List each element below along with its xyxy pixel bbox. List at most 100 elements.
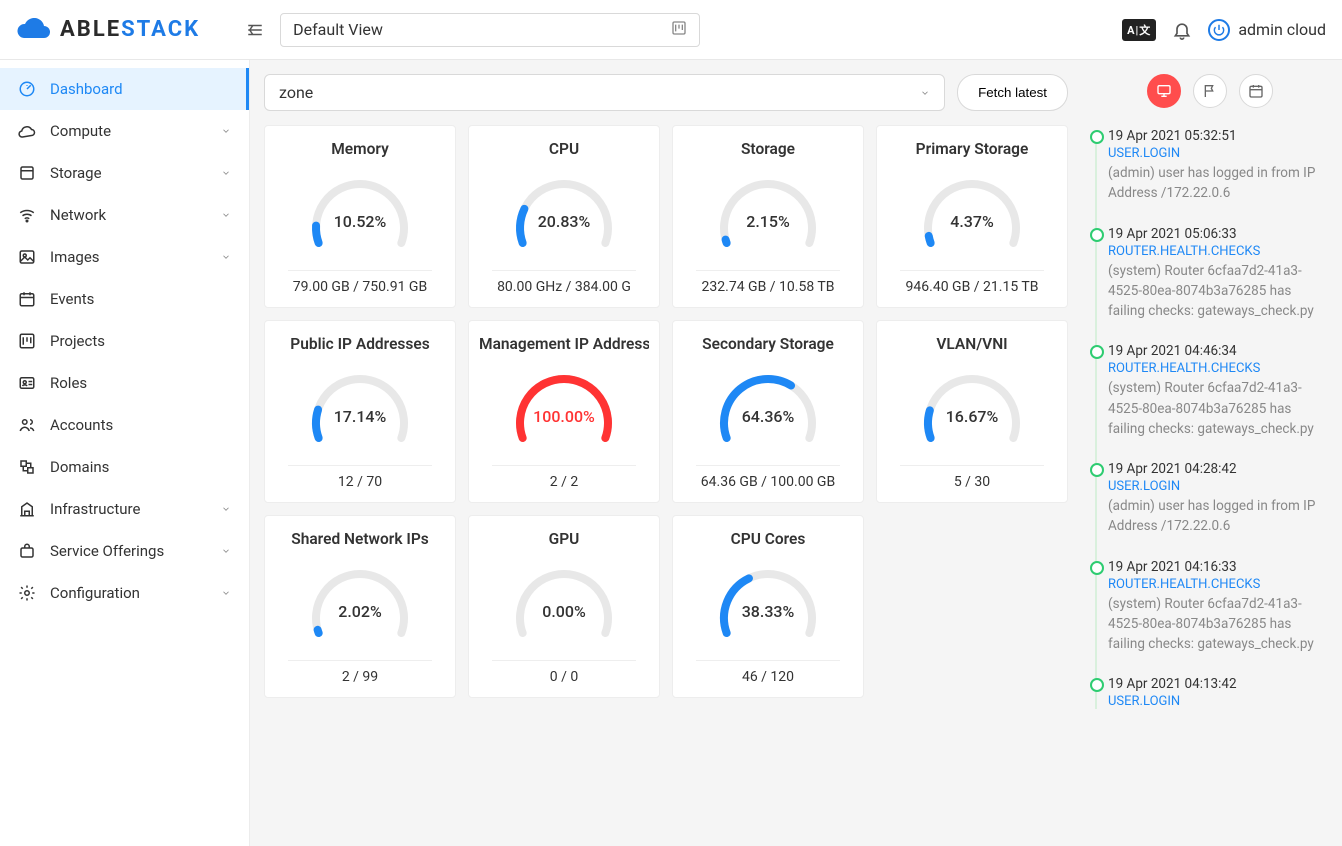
stat-card[interactable]: Secondary Storage64.36%64.36 GB / 100.00… [672,320,864,503]
gauge-percent: 64.36% [708,407,828,426]
sidebar-item-label: Events [50,290,231,308]
sidebar-item-service-offerings[interactable]: Service Offerings [0,530,249,572]
logo[interactable]: ABLESTACK [16,17,200,42]
zone-select-label: zone [279,83,313,102]
gauge: 17.14% [300,363,420,453]
project-icon [18,332,36,350]
main-content: zone Fetch latest Memory10.52%79.00 GB /… [250,60,1082,846]
sidebar-item-label: Domains [50,458,231,476]
header: ABLESTACK Default View A|文 admin cloud [0,0,1342,60]
gauge-percent: 100.00% [504,407,624,426]
gauge-percent: 10.52% [300,212,420,231]
user-name: admin cloud [1238,20,1326,39]
timeline-timestamp: 19 Apr 2021 05:06:33 [1108,226,1330,242]
card-title: CPU Cores [683,530,853,548]
gauge-percent: 38.33% [708,602,828,621]
card-title: Shared Network IPs [275,530,445,548]
sidebar-item-label: Images [50,248,207,266]
fetch-latest-button[interactable]: Fetch latest [957,74,1068,111]
sidebar-item-projects[interactable]: Projects [0,320,249,362]
events-tab-monitor[interactable] [1147,74,1181,108]
domain-icon [18,458,36,476]
timeline-timestamp: 19 Apr 2021 05:32:51 [1108,128,1330,144]
idcard-icon [18,374,36,392]
sidebar-item-events[interactable]: Events [0,278,249,320]
sidebar-item-label: Roles [50,374,231,392]
sidebar-item-images[interactable]: Images [0,236,249,278]
stat-card[interactable]: Memory10.52%79.00 GB / 750.91 GB [264,125,456,308]
card-title: Storage [683,140,853,158]
gauge: 2.15% [708,168,828,258]
timeline-item[interactable]: 19 Apr 2021 04:13:42USER.LOGIN [1108,676,1330,709]
timeline-timestamp: 19 Apr 2021 04:28:42 [1108,461,1330,477]
stat-card[interactable]: Public IP Addresses17.14%12 / 70 [264,320,456,503]
sidebar-item-label: Configuration [50,584,207,602]
timeline-item[interactable]: 19 Apr 2021 05:06:33 ROUTER.HEALTH.CHECKS… [1108,226,1330,322]
gauge-percent: 2.15% [708,212,828,231]
timeline-description: (admin) user has logged in from IP Addre… [1108,163,1330,204]
bag-icon [18,542,36,560]
view-select[interactable]: Default View [280,13,700,47]
sidebar-item-label: Compute [50,122,207,140]
user-menu[interactable]: admin cloud [1208,19,1326,41]
sidebar-item-label: Service Offerings [50,542,207,560]
card-title: Memory [275,140,445,158]
sidebar-item-storage[interactable]: Storage [0,152,249,194]
stat-card[interactable]: Primary Storage4.37%946.40 GB / 21.15 TB [876,125,1068,308]
gauge-percent: 20.83% [504,212,624,231]
gauge: 20.83% [504,168,624,258]
bell-icon[interactable] [1172,20,1192,40]
chevron-down-icon [221,126,231,136]
timeline-event-type: USER.LOGIN [1108,146,1330,161]
gauge: 0.00% [504,558,624,648]
stat-card[interactable]: Storage2.15%232.74 GB / 10.58 TB [672,125,864,308]
events-tab-flag[interactable] [1193,74,1227,108]
stat-card[interactable]: GPU0.00%0 / 0 [468,515,660,698]
card-title: CPU [479,140,649,158]
sidebar-item-dashboard[interactable]: Dashboard [0,68,249,110]
gauge: 100.00% [504,363,624,453]
stat-card[interactable]: VLAN/VNI16.67%5 / 30 [876,320,1068,503]
view-select-label: Default View [293,20,383,39]
timeline-item[interactable]: 19 Apr 2021 05:32:51 USER.LOGIN (admin) us… [1108,128,1330,204]
gauge: 10.52% [300,168,420,258]
chevron-down-icon [221,168,231,178]
cards-grid: Memory10.52%79.00 GB / 750.91 GBCPU20.83… [264,125,1068,698]
stat-card[interactable]: CPU20.83%80.00 GHz / 384.00 G [468,125,660,308]
sidebar-item-infrastructure[interactable]: Infrastructure [0,488,249,530]
sidebar: Dashboard Compute Storage Network Images Even… [0,60,250,846]
cloud-icon [16,18,52,42]
gauge-percent: 16.67% [912,407,1032,426]
chevron-down-icon [221,210,231,220]
user-icon [18,416,36,434]
zone-select[interactable]: zone [264,74,945,111]
sidebar-item-roles[interactable]: Roles [0,362,249,404]
sidebar-item-label: Network [50,206,207,224]
timeline-item[interactable]: 19 Apr 2021 04:16:33ROUTER.HEALTH.CHECKS… [1108,559,1330,655]
sidebar-item-compute[interactable]: Compute [0,110,249,152]
card-title: Public IP Addresses [275,335,445,353]
dashboard-icon [18,80,36,98]
language-badge[interactable]: A|文 [1122,19,1156,41]
sidebar-item-label: Accounts [50,416,231,434]
timeline-item[interactable]: 19 Apr 2021 04:46:34ROUTER.HEALTH.CHECKS… [1108,343,1330,439]
sidebar-item-network[interactable]: Network [0,194,249,236]
sidebar-item-label: Infrastructure [50,500,207,518]
timeline-timestamp: 19 Apr 2021 04:16:33 [1108,559,1330,575]
card-title: GPU [479,530,649,548]
timeline-event-type: ROUTER.HEALTH.CHECKS [1108,244,1330,259]
timeline-item[interactable]: 19 Apr 2021 04:28:42USER.LOGIN(admin) us… [1108,461,1330,537]
infra-icon [18,500,36,518]
events-panel: 19 Apr 2021 05:32:51 USER.LOGIN (admin) us… [1082,60,1342,846]
stat-card[interactable]: CPU Cores38.33%46 / 120 [672,515,864,698]
events-tab-calendar[interactable] [1239,74,1273,108]
menu-toggle-icon[interactable] [246,21,264,39]
gauge-percent: 2.02% [300,602,420,621]
stat-card[interactable]: Shared Network IPs2.02%2 / 99 [264,515,456,698]
stat-card[interactable]: Management IP Addresses100.00%2 / 2 [468,320,660,503]
sidebar-item-configuration[interactable]: Configuration [0,572,249,614]
sidebar-item-accounts[interactable]: Accounts [0,404,249,446]
sidebar-item-label: Storage [50,164,207,182]
timeline-timestamp: 19 Apr 2021 04:13:42 [1108,676,1330,692]
sidebar-item-domains[interactable]: Domains [0,446,249,488]
